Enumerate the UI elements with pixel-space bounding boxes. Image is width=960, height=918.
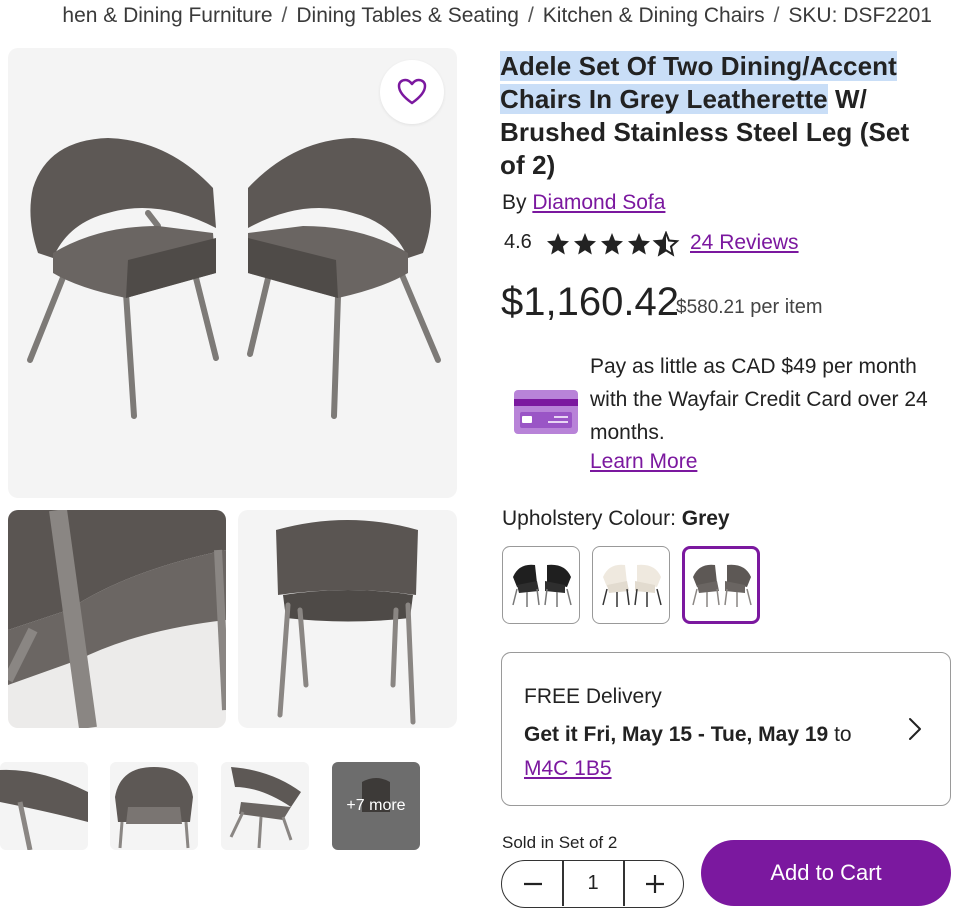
breadcrumb-separator: / xyxy=(773,4,780,27)
delivery-to: to xyxy=(834,723,852,746)
quantity-stepper: 1 xyxy=(501,860,684,908)
more-images-label: +7 more xyxy=(346,797,406,814)
postal-code-link[interactable]: M4C 1B5 xyxy=(524,757,612,781)
detail-image-armrest[interactable] xyxy=(8,510,226,728)
star-icon xyxy=(601,233,623,255)
per-item-amount: $580.21 xyxy=(676,297,745,318)
per-item-price: $580.21 per item xyxy=(676,296,823,319)
sold-in-set-label: Sold in Set of 2 xyxy=(502,833,618,852)
thumbnail-3[interactable] xyxy=(221,762,309,850)
swatch-grey-selected[interactable] xyxy=(682,546,760,624)
swatch-grey-image xyxy=(692,564,752,607)
swatch-black-image xyxy=(512,564,572,607)
thumbnail-side-image xyxy=(229,767,301,849)
quantity-value[interactable]: 1 xyxy=(563,861,623,906)
increase-quantity-button[interactable] xyxy=(624,861,684,906)
breadcrumb-separator: / xyxy=(527,4,534,27)
swatch-white[interactable] xyxy=(592,546,670,624)
rating-value: 4.6 xyxy=(504,231,532,253)
armrest-detail-image xyxy=(8,510,226,728)
product-title: Adele Set Of Two Dining/Accent Chairs In… xyxy=(500,50,930,182)
per-item-suffix: per item xyxy=(750,296,823,318)
chevron-right-icon[interactable] xyxy=(905,716,925,747)
thumbnail-more[interactable]: +7 more xyxy=(332,762,420,850)
star-icon xyxy=(574,233,596,255)
half-star-icon xyxy=(654,232,678,256)
selected-option: Grey xyxy=(681,507,730,530)
breadcrumb-item-dining-furniture[interactable]: hen & Dining Furniture xyxy=(62,4,272,27)
financing-text: Pay as little as CAD $49 per month with … xyxy=(590,355,928,444)
heart-icon xyxy=(397,78,427,105)
thumbnail-1[interactable] xyxy=(0,762,88,850)
add-to-cart-button[interactable]: Add to Cart xyxy=(701,840,951,906)
star-icon xyxy=(547,233,569,255)
chair-back-image xyxy=(276,520,418,725)
breadcrumb-item-dining-chairs[interactable]: Kitchen & Dining Chairs xyxy=(543,4,765,27)
delivery-date: Get it Fri, May 15 - Tue, May 19 to xyxy=(524,723,852,747)
rating-stars xyxy=(546,231,680,262)
swatch-white-image xyxy=(602,564,662,607)
upholstery-colour-label: Upholstery Colour: Grey xyxy=(502,507,730,531)
credit-card-icon xyxy=(514,390,578,439)
delivery-title: FREE Delivery xyxy=(524,685,662,708)
brand-link[interactable]: Diamond Sofa xyxy=(532,191,665,214)
star-rating-icon xyxy=(547,232,678,256)
delivery-date-range: Fri, May 15 - Tue, May 19 xyxy=(583,723,829,746)
favorite-button[interactable] xyxy=(380,60,444,124)
breadcrumb: hen & Dining Furniture / Dining Tables & S… xyxy=(0,4,960,32)
thumbnail-front-image xyxy=(115,767,193,849)
product-price: $1,160.42 xyxy=(501,280,679,324)
brand-line: By Diamond Sofa xyxy=(502,191,665,215)
delivery-card[interactable]: FREE Delivery Get it Fri, May 15 - Tue, … xyxy=(501,652,951,806)
by-label: By xyxy=(502,191,527,214)
reviews-link[interactable]: 24 Reviews xyxy=(690,231,799,255)
star-icon xyxy=(628,233,650,255)
breadcrumb-item-dining-tables[interactable]: Dining Tables & Seating xyxy=(296,4,519,27)
option-label: Upholstery Colour: xyxy=(502,507,676,530)
delivery-date-prefix: Get it xyxy=(524,723,578,746)
sku-label: SKU: DSF2201 xyxy=(788,4,932,27)
thumbnail-armrest-image xyxy=(0,769,88,850)
thumbnail-2[interactable] xyxy=(110,762,198,850)
swatch-black[interactable] xyxy=(502,546,580,624)
minus-icon xyxy=(524,882,542,886)
learn-more-link[interactable]: Learn More xyxy=(590,450,697,474)
decrease-quantity-button[interactable] xyxy=(502,861,562,906)
plus-icon xyxy=(646,875,664,893)
breadcrumb-separator: / xyxy=(281,4,288,27)
detail-image-back[interactable] xyxy=(238,510,457,728)
